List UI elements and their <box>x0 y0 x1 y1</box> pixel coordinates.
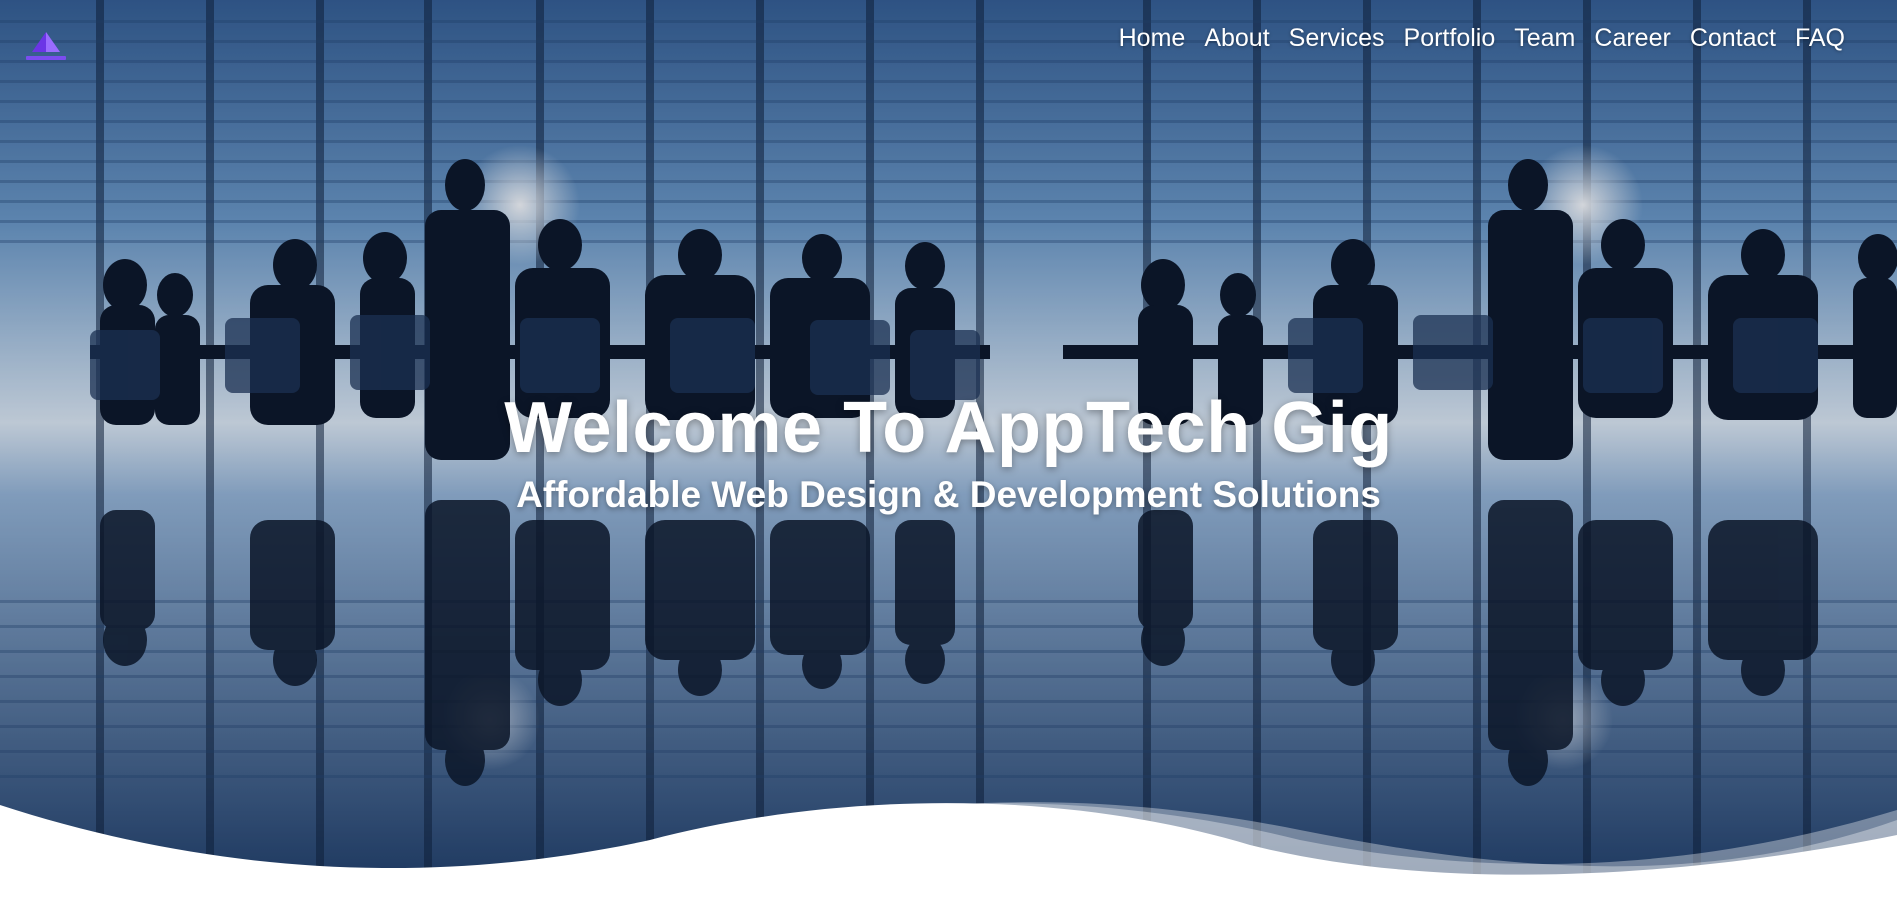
nav-item-career: Career <box>1575 20 1670 56</box>
nav-link-portfolio[interactable]: Portfolio <box>1385 20 1496 56</box>
nav-link-home[interactable]: Home <box>1100 20 1186 56</box>
nav-link-services[interactable]: Services <box>1270 20 1385 56</box>
hero-title: Welcome To AppTech Gig <box>504 388 1393 468</box>
nav-link-career[interactable]: Career <box>1575 20 1670 56</box>
hero-subtitle: Affordable Web Design & Development Solu… <box>516 474 1381 515</box>
nav-link-contact[interactable]: Contact <box>1671 20 1776 56</box>
pyramid-logo-icon <box>26 32 66 60</box>
navbar: Home About Services Portfolio Team Caree… <box>0 0 1897 76</box>
nav-item-contact: Contact <box>1671 20 1776 56</box>
nav-item-portfolio: Portfolio <box>1385 20 1496 56</box>
nav-menu: Home About Services Portfolio Team Caree… <box>1100 20 1845 56</box>
nav-item-about: About <box>1185 20 1269 56</box>
hero-section: Home About Services Portfolio Team Caree… <box>0 0 1897 900</box>
nav-link-faq[interactable]: FAQ <box>1776 20 1845 56</box>
nav-item-team: Team <box>1495 20 1575 56</box>
nav-link-about[interactable]: About <box>1185 20 1269 56</box>
nav-item-home: Home <box>1100 20 1186 56</box>
nav-link-team[interactable]: Team <box>1495 20 1575 56</box>
hero-bottom-wave <box>0 770 1897 900</box>
nav-item-services: Services <box>1270 20 1385 56</box>
brand-logo[interactable] <box>22 28 70 68</box>
hero-heading-block: Welcome To AppTech Gig Affordable Web De… <box>0 388 1897 520</box>
nav-item-faq: FAQ <box>1776 20 1845 56</box>
